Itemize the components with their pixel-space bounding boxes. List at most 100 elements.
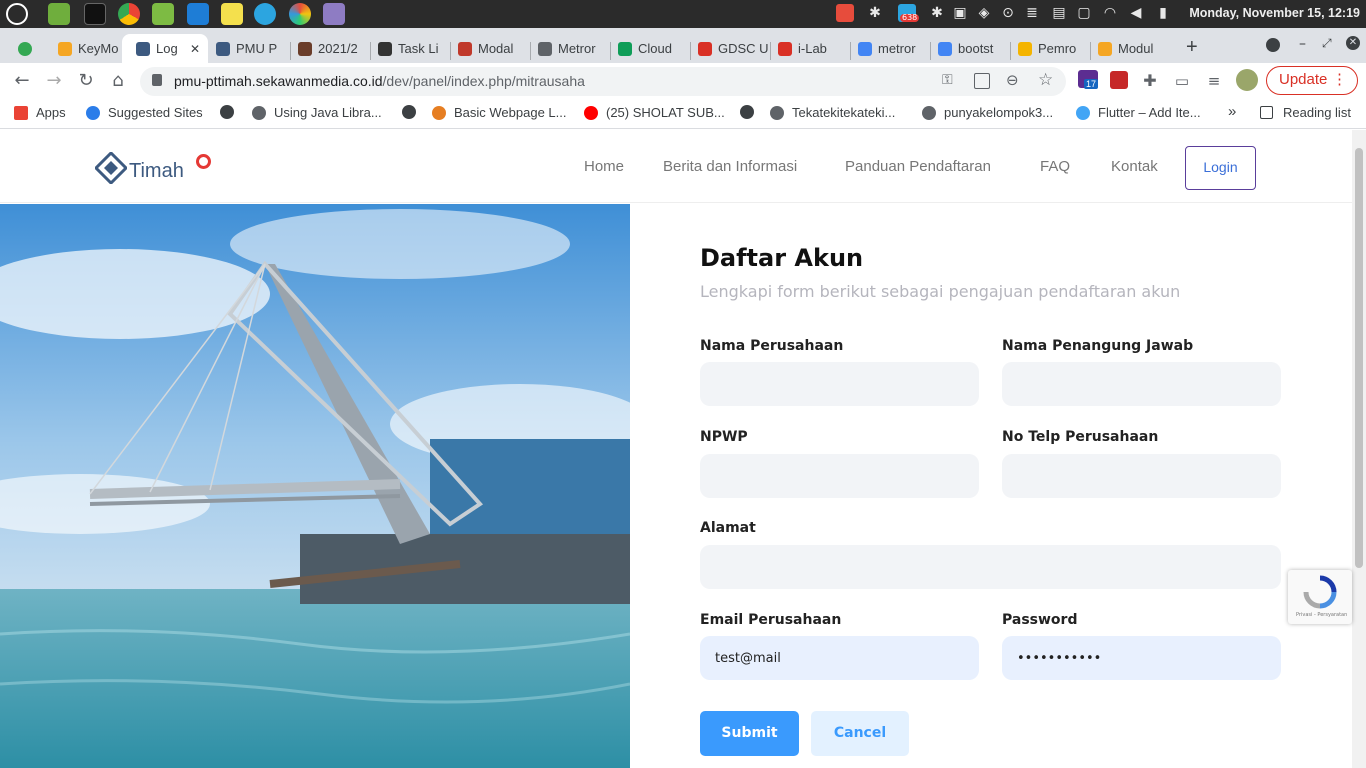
bookmark-item[interactable] xyxy=(220,105,242,119)
tab-2021-2[interactable]: 2021/2 xyxy=(292,34,368,63)
site-logo[interactable]: Timah xyxy=(95,152,215,186)
anydesk-icon[interactable] xyxy=(836,4,854,22)
nama-perusahaan-input[interactable] xyxy=(700,362,979,406)
npwp-input[interactable] xyxy=(700,454,979,498)
url-text[interactable]: pmu-pttimah.sekawanmedia.co.id/dev/panel… xyxy=(174,73,585,89)
nav-panduan[interactable]: Panduan Pendaftaran xyxy=(845,158,991,175)
bookmark-item[interactable]: (25) SHOLAT SUB... xyxy=(584,105,725,120)
tab-i-lab[interactable]: i-Lab xyxy=(772,34,848,63)
printer-icon[interactable]: ▤ xyxy=(1050,4,1068,22)
folder-icon[interactable] xyxy=(152,3,174,25)
color-app-icon[interactable] xyxy=(289,3,311,25)
page-scrollbar[interactable] xyxy=(1352,130,1366,768)
tab-metror[interactable]: metror xyxy=(852,34,928,63)
bookmark-item[interactable]: Apps xyxy=(14,105,66,120)
submit-button[interactable]: Submit xyxy=(700,711,799,756)
bookmark-item[interactable]: Suggested Sites xyxy=(86,105,203,120)
sticky-notes-icon[interactable] xyxy=(221,3,243,25)
location-icon[interactable]: ⊙ xyxy=(999,4,1017,22)
bookmark-star-icon[interactable]: ☆ xyxy=(1038,70,1053,90)
chrome-icon[interactable] xyxy=(118,3,140,25)
shield-icon[interactable]: ◈ xyxy=(975,4,993,22)
close-tab-icon[interactable]: ✕ xyxy=(190,42,200,56)
tab-gdsc-u[interactable]: GDSC U xyxy=(692,34,768,63)
extensions-puzzle-icon[interactable]: ✚ xyxy=(1138,69,1162,93)
tab-modal[interactable]: Modal xyxy=(452,34,528,63)
tab-label: GDSC U xyxy=(718,41,768,56)
recaptcha-footer[interactable]: Privasi - Persyaratan xyxy=(1296,612,1347,618)
tab-metror[interactable]: Metror xyxy=(532,34,608,63)
tab-modul[interactable]: Modul xyxy=(1092,34,1168,63)
maximize-icon[interactable]: ⤢ xyxy=(1322,36,1332,51)
zoom-icon[interactable]: ⊖ xyxy=(1006,71,1019,89)
clipboard-icon[interactable]: ▣ xyxy=(951,4,969,22)
email-input[interactable] xyxy=(700,636,979,680)
alamat-input[interactable] xyxy=(700,545,1281,589)
bookmark-item[interactable]: punyakelompok3... xyxy=(922,105,1053,120)
cast-icon[interactable]: ▭ xyxy=(1170,69,1194,93)
bookmark-item[interactable]: Using Java Libra... xyxy=(252,105,382,120)
vscode-icon[interactable] xyxy=(187,3,209,25)
login-button[interactable]: Login xyxy=(1185,146,1256,190)
cancel-button[interactable]: Cancel xyxy=(811,711,909,756)
notes-icon[interactable]: ≣ xyxy=(1023,4,1041,22)
tab-pmu-p[interactable]: PMU P xyxy=(210,34,288,63)
tab-search-icon[interactable] xyxy=(1266,38,1280,52)
password-input[interactable] xyxy=(1002,636,1281,680)
nav-faq[interactable]: FAQ xyxy=(1040,158,1070,175)
bluetooth-status-icon[interactable]: ✱ xyxy=(928,4,946,22)
web-page: Timah Home Berita dan Informasi Panduan … xyxy=(0,130,1352,768)
volume-icon[interactable]: ◀ xyxy=(1127,4,1145,22)
bookmarks-overflow-button[interactable]: » xyxy=(1228,103,1236,120)
keyboard-layout-icon[interactable]: ▢ xyxy=(1075,4,1093,22)
tab-keymo[interactable]: KeyMo xyxy=(52,34,126,63)
bookmark-item[interactable]: Flutter – Add Ite... xyxy=(1076,105,1201,120)
reading-list-button[interactable]: Reading list xyxy=(1260,105,1351,120)
bookmark-item[interactable] xyxy=(740,105,762,119)
update-button[interactable]: Update ⋮ xyxy=(1266,66,1358,95)
tab-bootst[interactable]: bootst xyxy=(932,34,1008,63)
telegram-tray-icon[interactable]: 638 xyxy=(898,4,920,22)
nav-berita[interactable]: Berita dan Informasi xyxy=(663,158,797,175)
reload-icon[interactable]: ↻ xyxy=(74,69,98,93)
text-editor-icon[interactable] xyxy=(323,3,345,25)
tab-pemro[interactable]: Pemro xyxy=(1012,34,1088,63)
label-nama-penanggung-jawab: Nama Penangung Jawab xyxy=(1002,338,1194,354)
recaptcha-badge[interactable]: Privasi - Persyaratan xyxy=(1288,570,1352,624)
bluetooth-icon[interactable]: ✱ xyxy=(866,4,884,22)
home-icon[interactable]: ⌂ xyxy=(106,69,130,93)
battery-icon[interactable]: ▮ xyxy=(1154,4,1172,22)
files-icon[interactable] xyxy=(48,3,70,25)
no-telp-input[interactable] xyxy=(1002,454,1281,498)
media-queue-icon[interactable]: ≡ xyxy=(1202,69,1226,93)
nama-penanggung-jawab-input[interactable] xyxy=(1002,362,1281,406)
bookmark-label: Tekatekitekateki... xyxy=(792,105,896,120)
mint-menu-icon[interactable] xyxy=(6,3,28,25)
translate-icon[interactable] xyxy=(974,73,990,89)
minimize-icon[interactable]: – xyxy=(1299,36,1306,52)
tab-cloud[interactable]: Cloud xyxy=(612,34,688,63)
forward-arrow-icon[interactable]: → xyxy=(42,69,66,93)
bookmark-item[interactable]: Tekatekitekateki... xyxy=(770,105,895,120)
extension-red-icon[interactable] xyxy=(1110,71,1128,89)
close-window-icon[interactable]: ✕ xyxy=(1346,36,1360,50)
back-arrow-icon[interactable]: ← xyxy=(10,69,34,93)
tab-separator xyxy=(690,42,691,60)
wifi-icon[interactable]: ◠ xyxy=(1101,4,1119,22)
telegram-icon[interactable] xyxy=(254,3,276,25)
bookmark-item[interactable] xyxy=(402,105,424,119)
nav-kontak[interactable]: Kontak xyxy=(1111,158,1158,175)
tab-notifications[interactable] xyxy=(18,34,40,63)
extension-cap-icon[interactable]: 17 xyxy=(1078,70,1099,89)
new-tab-button[interactable]: + xyxy=(1186,36,1198,59)
clock[interactable]: Monday, November 15, 12:19 xyxy=(1189,6,1360,20)
tab-task-li[interactable]: Task Li xyxy=(372,34,448,63)
address-bar[interactable]: pmu-pttimah.sekawanmedia.co.id/dev/panel… xyxy=(140,67,1066,96)
tab-log[interactable]: Log ✕ xyxy=(122,34,208,63)
avatar[interactable] xyxy=(1236,69,1258,91)
terminal-icon[interactable] xyxy=(84,3,106,25)
scrollbar-thumb[interactable] xyxy=(1355,148,1363,568)
key-icon[interactable]: ⚿ xyxy=(942,72,953,88)
nav-home[interactable]: Home xyxy=(584,158,624,175)
bookmark-item[interactable]: Basic Webpage L... xyxy=(432,105,567,120)
